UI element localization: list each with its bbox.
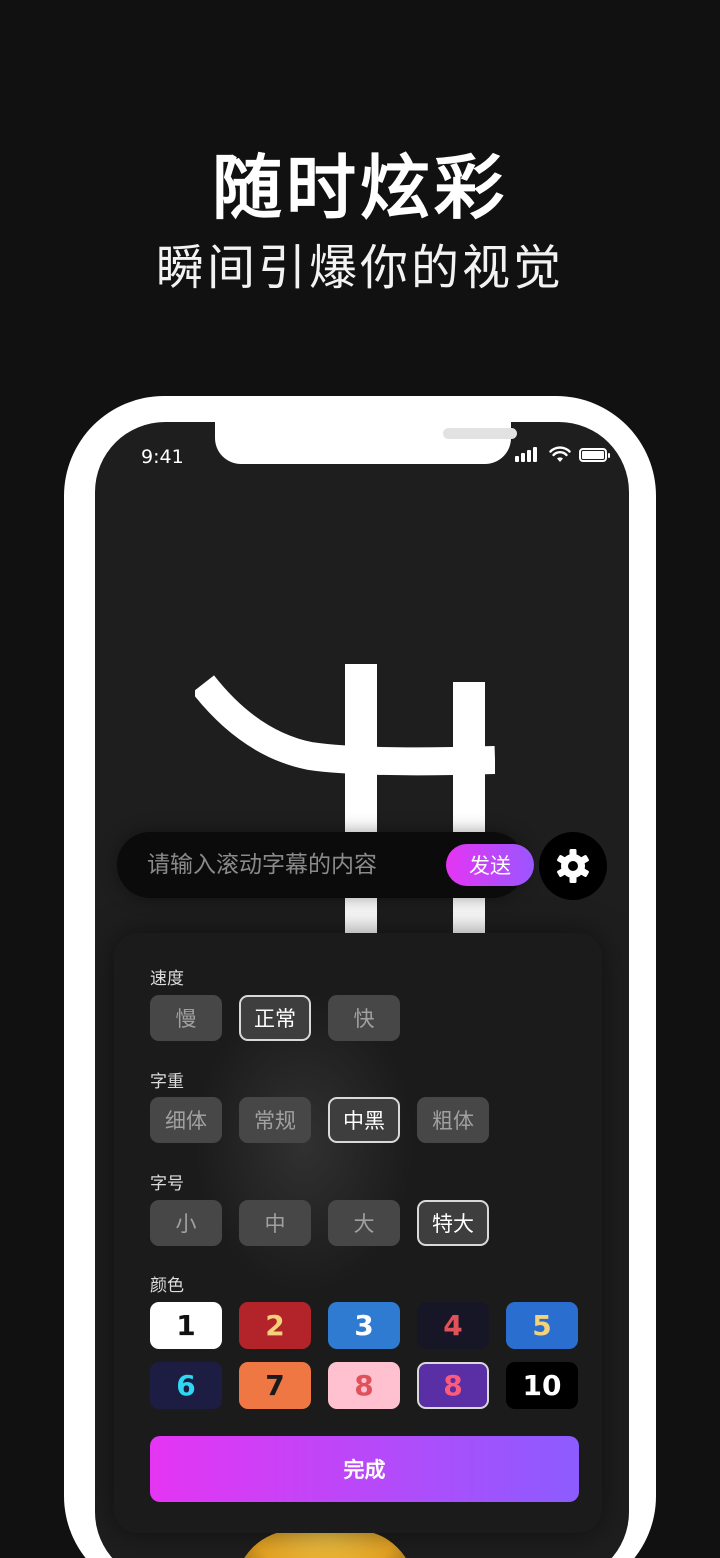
status-time: 9:41 [141,446,184,468]
headline: 随时炫彩 [212,147,508,229]
phone-notch [215,422,517,464]
size-option-medium[interactable]: 中 [239,1200,311,1246]
battery-icon [579,448,610,462]
status-icons [515,446,611,464]
size-options: 小 中 大 特大 [150,1200,489,1246]
color-label: 颜色 [150,1276,184,1296]
size-option-extra-large[interactable]: 特大 [417,1200,489,1246]
color-swatch[interactable]: 6 [150,1362,222,1409]
gear-icon [557,849,589,883]
weight-option-regular[interactable]: 常规 [239,1097,311,1143]
weight-option-thin[interactable]: 细体 [150,1097,222,1143]
color-swatch[interactable]: 5 [506,1302,578,1349]
size-label: 字号 [150,1174,184,1194]
settings-panel: 速度 慢 正常 快 字重 细体 常规 中黑 粗体 字号 小 中 大 特大 颜色 … [114,933,602,1533]
weight-options: 细体 常规 中黑 粗体 [150,1097,489,1143]
message-input-bar: 发送 [117,832,534,898]
wifi-icon [549,446,571,462]
speed-option-normal[interactable]: 正常 [239,995,311,1041]
weight-label: 字重 [150,1072,184,1092]
color-swatch[interactable]: 2 [239,1302,311,1349]
speed-option-slow[interactable]: 慢 [150,995,222,1041]
emoji-sticker-peek [235,1530,415,1558]
done-button[interactable]: 完成 [150,1436,579,1502]
size-option-small[interactable]: 小 [150,1200,222,1246]
speed-options: 慢 正常 快 [150,995,400,1041]
subheadline: 瞬间引爆你的视觉 [155,240,564,296]
speaker-grille [443,428,517,439]
color-swatch[interactable]: 10 [506,1362,578,1409]
speed-label: 速度 [150,969,184,989]
size-option-large[interactable]: 大 [328,1200,400,1246]
phone-screen: 9:41 发送 [95,422,629,1558]
color-swatch[interactable]: 8 [328,1362,400,1409]
color-swatch[interactable]: 7 [239,1362,311,1409]
weight-option-bold[interactable]: 粗体 [417,1097,489,1143]
speed-option-fast[interactable]: 快 [328,995,400,1041]
color-swatch-grid: 1 2 3 4 5 6 7 8 8 10 [150,1302,578,1409]
message-input[interactable] [147,849,417,881]
color-swatch[interactable]: 1 [150,1302,222,1349]
color-swatch[interactable]: 3 [328,1302,400,1349]
color-swatch[interactable]: 8 [417,1362,489,1409]
color-swatch[interactable]: 4 [417,1302,489,1349]
send-button[interactable]: 发送 [446,844,534,886]
settings-button[interactable] [539,832,607,900]
weight-option-medium[interactable]: 中黑 [328,1097,400,1143]
